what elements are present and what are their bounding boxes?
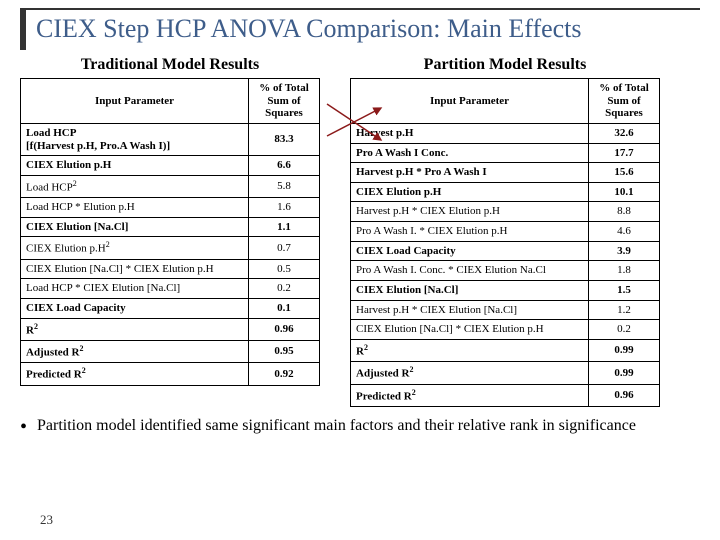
value-cell: 1.2 — [589, 300, 660, 320]
value-cell: 8.8 — [589, 202, 660, 222]
param-cell: Harvest p.H * CIEX Elution p.H — [351, 202, 589, 222]
param-cell: Pro A Wash I Conc. — [351, 143, 589, 163]
table-row: Harvest p.H * Pro A Wash I15.6 — [351, 163, 660, 183]
param-cell: Load HCP * Elution p.H — [21, 198, 249, 218]
table-row: Load HCP * CIEX Elution [Na.Cl]0.2 — [21, 279, 320, 299]
table-row: Predicted R20.92 — [21, 363, 320, 385]
value-cell: 0.96 — [249, 318, 320, 340]
page-title: CIEX Step HCP ANOVA Comparison: Main Eff… — [36, 14, 690, 44]
left-table: Input Parameter % of Total Sum of Square… — [20, 78, 320, 386]
value-cell: 5.8 — [249, 175, 320, 197]
page-number: 23 — [40, 512, 53, 528]
param-cell: Pro A Wash I. * CIEX Elution p.H — [351, 222, 589, 242]
value-cell: 4.6 — [589, 222, 660, 242]
param-cell: CIEX Elution [Na.Cl] — [21, 217, 249, 237]
table-row: R20.99 — [351, 339, 660, 361]
param-cell: Pro A Wash I. Conc. * CIEX Elution Na.Cl — [351, 261, 589, 281]
value-cell: 32.6 — [589, 123, 660, 143]
table-row: CIEX Elution [Na.Cl] * CIEX Elution p.H0… — [351, 320, 660, 340]
right-table: Input Parameter % of Total Sum of Square… — [350, 78, 660, 407]
right-col1-header: Input Parameter — [351, 79, 589, 124]
table-row: Harvest p.H * CIEX Elution [Na.Cl]1.2 — [351, 300, 660, 320]
table-row: CIEX Elution [Na.Cl]1.5 — [351, 281, 660, 301]
value-cell: 10.1 — [589, 182, 660, 202]
value-cell: 0.92 — [249, 363, 320, 385]
left-col2-header: % of Total Sum of Squares — [249, 79, 320, 124]
table-row: Adjusted R20.95 — [21, 340, 320, 362]
right-heading: Partition Model Results — [424, 56, 587, 74]
param-cell: Harvest p.H — [351, 123, 589, 143]
value-cell: 6.6 — [249, 156, 320, 176]
value-cell: 0.99 — [589, 339, 660, 361]
bullet-item: • Partition model identified same signif… — [20, 417, 700, 437]
right-col2-header: % of Total Sum of Squares — [589, 79, 660, 124]
table-row: CIEX Elution p.H6.6 — [21, 156, 320, 176]
table-row: Harvest p.H * CIEX Elution p.H8.8 — [351, 202, 660, 222]
value-cell: 0.7 — [249, 237, 320, 259]
panel-row: Traditional Model Results Input Paramete… — [20, 56, 700, 407]
value-cell: 15.6 — [589, 163, 660, 183]
value-cell: 0.2 — [589, 320, 660, 340]
param-cell: CIEX Elution [Na.Cl] — [351, 281, 589, 301]
value-cell: 0.5 — [249, 259, 320, 279]
table-row: Load HCP25.8 — [21, 175, 320, 197]
param-cell: R2 — [21, 318, 249, 340]
value-cell: 1.8 — [589, 261, 660, 281]
value-cell: 3.9 — [589, 241, 660, 261]
param-cell: CIEX Elution p.H2 — [21, 237, 249, 259]
value-cell: 0.1 — [249, 299, 320, 319]
param-cell: Adjusted R2 — [21, 340, 249, 362]
right-panel: Partition Model Results Input Parameter … — [350, 56, 660, 407]
bullet-text: Partition model identified same signific… — [37, 417, 636, 437]
table-row: Pro A Wash I Conc.17.7 — [351, 143, 660, 163]
param-cell: CIEX Elution [Na.Cl] * CIEX Elution p.H — [21, 259, 249, 279]
param-cell: Harvest p.H * Pro A Wash I — [351, 163, 589, 183]
param-cell: CIEX Load Capacity — [351, 241, 589, 261]
value-cell: 17.7 — [589, 143, 660, 163]
left-panel: Traditional Model Results Input Paramete… — [20, 56, 320, 386]
table-row: Load HCP[f(Harvest p.H, Pro.A Wash I)]83… — [21, 123, 320, 155]
value-cell: 1.1 — [249, 217, 320, 237]
param-cell: R2 — [351, 339, 589, 361]
param-cell: CIEX Load Capacity — [21, 299, 249, 319]
value-cell: 83.3 — [249, 123, 320, 155]
table-row: CIEX Elution [Na.Cl] * CIEX Elution p.H0… — [21, 259, 320, 279]
param-cell: CIEX Elution [Na.Cl] * CIEX Elution p.H — [351, 320, 589, 340]
table-row: CIEX Load Capacity3.9 — [351, 241, 660, 261]
left-col1-header: Input Parameter — [21, 79, 249, 124]
table-row: Adjusted R20.99 — [351, 362, 660, 384]
param-cell: Load HCP * CIEX Elution [Na.Cl] — [21, 279, 249, 299]
table-row: Predicted R20.96 — [351, 384, 660, 406]
value-cell: 0.96 — [589, 384, 660, 406]
param-cell: Harvest p.H * CIEX Elution [Na.Cl] — [351, 300, 589, 320]
left-heading: Traditional Model Results — [81, 56, 259, 74]
table-row: Harvest p.H32.6 — [351, 123, 660, 143]
title-wrap: CIEX Step HCP ANOVA Comparison: Main Eff… — [20, 8, 700, 50]
table-row: CIEX Elution p.H10.1 — [351, 182, 660, 202]
param-cell: CIEX Elution p.H — [351, 182, 589, 202]
value-cell: 1.5 — [589, 281, 660, 301]
param-cell: CIEX Elution p.H — [21, 156, 249, 176]
value-cell: 0.95 — [249, 340, 320, 362]
table-row: CIEX Elution p.H20.7 — [21, 237, 320, 259]
param-cell: Load HCP[f(Harvest p.H, Pro.A Wash I)] — [21, 123, 249, 155]
param-cell: Predicted R2 — [351, 384, 589, 406]
value-cell: 0.2 — [249, 279, 320, 299]
param-cell: Load HCP2 — [21, 175, 249, 197]
table-row: CIEX Load Capacity0.1 — [21, 299, 320, 319]
param-cell: Predicted R2 — [21, 363, 249, 385]
table-row: Pro A Wash I. Conc. * CIEX Elution Na.Cl… — [351, 261, 660, 281]
table-row: Load HCP * Elution p.H1.6 — [21, 198, 320, 218]
value-cell: 1.6 — [249, 198, 320, 218]
value-cell: 0.99 — [589, 362, 660, 384]
param-cell: Adjusted R2 — [351, 362, 589, 384]
slide: CIEX Step HCP ANOVA Comparison: Main Eff… — [0, 0, 720, 540]
table-row: CIEX Elution [Na.Cl]1.1 — [21, 217, 320, 237]
table-row: R20.96 — [21, 318, 320, 340]
bullet-dot-icon: • — [20, 417, 27, 437]
table-row: Pro A Wash I. * CIEX Elution p.H4.6 — [351, 222, 660, 242]
